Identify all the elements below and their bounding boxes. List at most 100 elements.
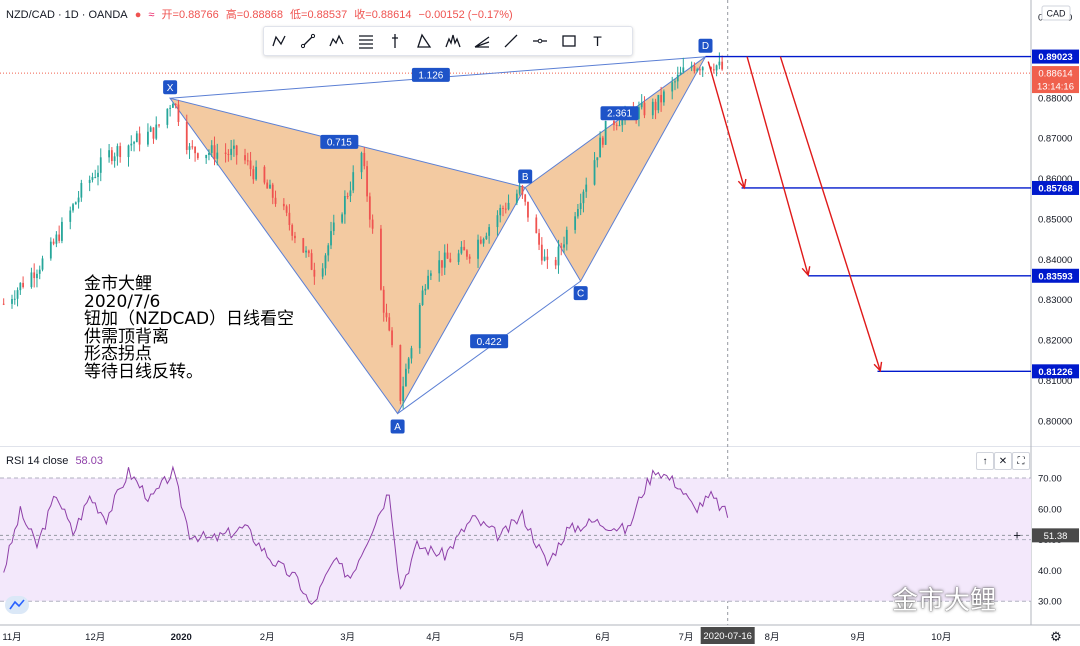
- candle-body: [565, 229, 568, 245]
- candle-body: [138, 133, 141, 145]
- candle-body: [604, 120, 607, 145]
- candle-body: [91, 177, 94, 180]
- pattern-point-a-text: A: [394, 422, 401, 433]
- close-pane-icon[interactable]: ✕: [994, 452, 1012, 470]
- candle-body: [527, 201, 529, 218]
- symbol-label[interactable]: NZD/CAD · 1D · OANDA: [6, 9, 128, 21]
- candle-body: [657, 94, 660, 111]
- pattern-triangle-bcd[interactable]: [524, 56, 706, 283]
- candle-body: [177, 104, 180, 122]
- candle-body: [52, 241, 55, 244]
- note-line-6: 等待日线反转。: [84, 361, 203, 382]
- candle-body: [535, 217, 538, 234]
- compare-icon[interactable]: ≈: [148, 9, 154, 21]
- candle-body: [244, 155, 246, 161]
- trend-line-icon[interactable]: [293, 28, 322, 54]
- settings-gear-icon[interactable]: ⚙: [1050, 629, 1062, 644]
- time-tick-label: 5月: [509, 632, 524, 643]
- candle-body: [579, 203, 582, 210]
- horizontal-line-icon[interactable]: [525, 28, 554, 54]
- candle-body: [30, 272, 33, 288]
- triangle-pattern-icon[interactable]: [409, 28, 438, 54]
- candle-body: [343, 196, 346, 215]
- candle-body: [593, 160, 596, 185]
- candle-body: [2, 303, 5, 305]
- xabcd-pattern-icon[interactable]: [264, 28, 293, 54]
- rsi-tick-label: 70.00: [1038, 474, 1062, 485]
- target-arrows[interactable]: [707, 56, 883, 373]
- candle-body: [429, 273, 432, 276]
- candle-body: [55, 234, 58, 244]
- candle-body: [346, 196, 349, 198]
- time-tick-label: 9月: [851, 632, 866, 643]
- candle-body: [524, 194, 527, 202]
- candle-body: [332, 222, 335, 232]
- candle-body: [80, 182, 83, 198]
- candle-body: [185, 121, 188, 150]
- candle-body: [560, 246, 563, 248]
- candle-body: [119, 146, 122, 158]
- candle-body: [33, 272, 36, 279]
- rsi-header[interactable]: RSI 14 close 58.03: [6, 455, 103, 467]
- candle-body: [41, 258, 44, 270]
- text-tool-icon[interactable]: T: [583, 28, 612, 54]
- candle-body: [235, 145, 238, 156]
- time-tick-label: 11月: [2, 632, 21, 643]
- crosshair-plus-icon[interactable]: +: [1013, 527, 1021, 542]
- candle-body: [576, 209, 579, 217]
- gann-fan-icon[interactable]: [467, 28, 496, 54]
- rectangle-icon[interactable]: [554, 28, 583, 54]
- candle-body: [246, 160, 249, 162]
- candle-body: [135, 133, 138, 143]
- head-shoulders-icon[interactable]: [438, 28, 467, 54]
- candle-body: [274, 197, 277, 204]
- candle-body: [457, 253, 460, 263]
- candle-body: [557, 246, 560, 266]
- candle-body: [227, 153, 230, 155]
- elliott-wave-icon[interactable]: [322, 28, 351, 54]
- candle-body: [13, 298, 16, 300]
- fib-retracement-icon[interactable]: [351, 28, 380, 54]
- close-dot-icon[interactable]: ●: [135, 9, 142, 21]
- candle-body: [313, 269, 316, 277]
- candle-body: [208, 152, 210, 156]
- candle-body: [74, 202, 77, 205]
- candle-body: [499, 207, 502, 216]
- down-arrow[interactable]: [779, 56, 881, 371]
- candle-body: [599, 137, 601, 158]
- maximize-pane-icon[interactable]: ⛶: [1012, 452, 1030, 470]
- candle-body: [285, 206, 288, 213]
- note-line-3: 钮加（NZDCAD）日线看空: [84, 309, 295, 329]
- candle-body: [676, 74, 679, 82]
- candle-body: [380, 228, 382, 290]
- rsi-tick-label: 60.00: [1038, 504, 1062, 515]
- candle-body: [249, 160, 252, 170]
- time-axis[interactable]: 11月 12月 2020 2月 3月 4月 5月 6月 7月 8月 9月 10月 2020-07-16 ⚙: [2, 627, 1062, 644]
- down-arrow[interactable]: [746, 56, 809, 276]
- move-up-icon[interactable]: ↑: [976, 452, 994, 470]
- target-levels[interactable]: [705, 55, 1032, 373]
- level-price-label: 0.89023: [1038, 52, 1072, 63]
- candle-body: [504, 208, 507, 210]
- candle-body: [402, 386, 405, 401]
- candle-body: [391, 330, 393, 346]
- level-price-label: 0.81226: [1038, 367, 1072, 378]
- candle-body: [449, 258, 452, 263]
- currency-label: CAD: [1046, 9, 1066, 19]
- candle-body: [410, 348, 413, 359]
- candle-body: [477, 239, 479, 259]
- candle-body: [233, 145, 235, 149]
- long-position-icon[interactable]: [380, 28, 409, 54]
- candle-body: [679, 72, 682, 75]
- down-arrow[interactable]: [707, 61, 746, 189]
- ratio-label-text: 0.715: [327, 137, 352, 148]
- candle-body: [446, 252, 449, 259]
- candle-body: [294, 235, 296, 239]
- ray-icon[interactable]: [496, 28, 525, 54]
- candle-body: [130, 143, 133, 146]
- candle-body: [721, 61, 724, 70]
- price-axis[interactable]: 0.900000.890000.880000.870000.860000.850…: [1032, 5, 1079, 427]
- time-tick-label: 7月: [679, 632, 694, 643]
- candle-body: [371, 219, 374, 229]
- candle-body: [302, 238, 305, 253]
